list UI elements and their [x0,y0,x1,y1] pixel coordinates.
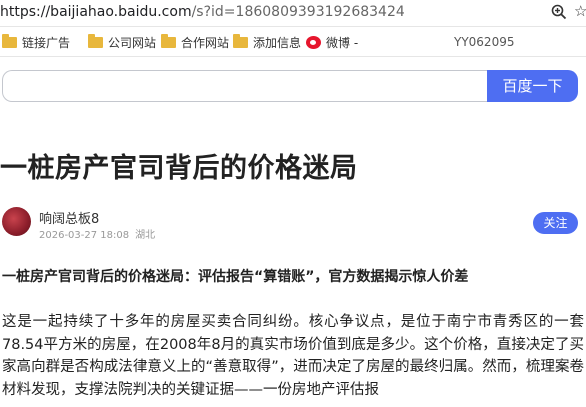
zoom-icon[interactable] [551,4,567,20]
article-subtitle: 一桩房产官司背后的价格迷局：评估报告“算错账”，官方数据揭示惊人价差 [2,269,469,285]
folder-icon [233,34,248,48]
bookmark-label: 链接广告 [22,36,71,50]
bookmark-id-text: YY062095 [454,35,515,49]
article-title: 一桩房产官司背后的价格迷局 [0,153,358,184]
star-icon[interactable]: ☆ [574,3,586,19]
publish-datetime: 2026-03-27 18:08 [39,230,130,241]
bookmark-label: 公司网站 [108,36,157,50]
url-host: https://baijiahao.baidu.com [0,4,192,20]
bookmark-label: 微博 - [326,36,359,50]
follow-button[interactable]: 关注 [533,212,578,234]
bookmark-folder-2[interactable]: 公司网站 [88,34,156,51]
url-path: /s?id=1860809393192683424 [191,4,405,20]
bookmark-label: 添加信息 [253,36,302,50]
folder-icon [88,34,103,48]
bookmark-label: 合作网站 [181,36,230,50]
search-input[interactable] [2,70,488,102]
author-name[interactable]: 响阔总板8 [39,208,99,227]
bookmark-folder-1[interactable]: 链接广告 [2,34,70,51]
bookmark-folder-4[interactable]: 添加信息 [233,34,301,51]
bookmark-weibo[interactable]: 微博 - [306,34,358,51]
address-bar[interactable]: https://baijiahao.baidu.com/s?id=1860809… [0,0,586,27]
publish-location: 湖北 [135,230,156,241]
bookmark-folder-3[interactable]: 合作网站 [161,34,229,51]
avatar[interactable] [2,207,31,236]
search-button[interactable]: 百度一下 [487,70,578,102]
folder-icon [2,34,17,48]
article-paragraph: 这是一起持续了十多年的房屋买卖合同纠纷。核心争议点，是位于南宁市青秀区的一套78… [2,314,584,398]
article-meta: 2026-03-27 18:08 湖北 [39,226,161,241]
url-text[interactable]: https://baijiahao.baidu.com/s?id=1860809… [0,4,405,20]
bookmarks-bar: 链接广告 公司网站 合作网站 添加信息 微博 - YY062095 [0,28,586,57]
weibo-icon [306,36,321,49]
search-row: 百度一下 [0,70,586,106]
folder-icon [161,34,176,48]
